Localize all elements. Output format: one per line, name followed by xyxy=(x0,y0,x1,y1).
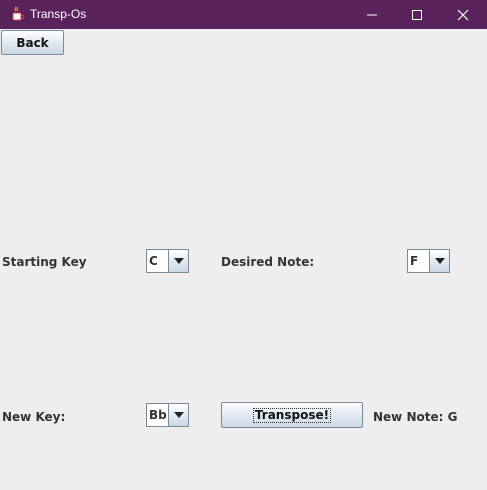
maximize-icon xyxy=(411,9,422,20)
starting-key-value: C xyxy=(149,254,158,268)
maximize-button[interactable] xyxy=(394,0,439,29)
chevron-down-icon[interactable] xyxy=(429,250,449,272)
minimize-icon xyxy=(366,14,377,15)
new-note-result: New Note: G xyxy=(373,410,458,424)
close-button[interactable] xyxy=(440,0,485,29)
starting-key-label: Starting Key xyxy=(2,255,87,269)
new-key-label: New Key: xyxy=(2,410,66,424)
transpose-button[interactable]: Transpose! xyxy=(221,402,363,428)
desired-note-select[interactable]: F xyxy=(407,249,450,273)
back-button[interactable]: Back xyxy=(1,30,64,55)
transpose-button-label: Transpose! xyxy=(252,407,332,423)
window-title: Transp-Os xyxy=(30,7,87,21)
new-key-select[interactable]: Bb xyxy=(146,403,189,427)
chevron-down-icon[interactable] xyxy=(168,404,188,426)
new-key-value: Bb xyxy=(149,408,167,422)
title-bar: Transp-Os xyxy=(0,0,487,29)
desired-note-label: Desired Note: xyxy=(221,255,315,269)
minimize-button[interactable] xyxy=(349,0,394,29)
close-icon xyxy=(457,9,468,20)
desired-note-value: F xyxy=(410,254,419,268)
chevron-down-icon[interactable] xyxy=(168,250,188,272)
starting-key-select[interactable]: C xyxy=(146,249,189,273)
java-cup-icon xyxy=(10,6,26,22)
